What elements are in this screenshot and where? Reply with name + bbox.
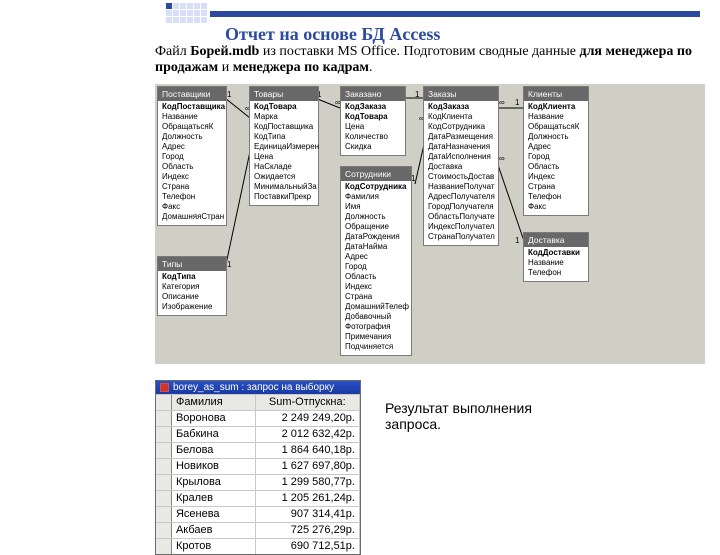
table-title: Поставщики bbox=[158, 87, 226, 101]
datasheet-icon bbox=[160, 383, 169, 392]
rel-inf: ∞ bbox=[499, 154, 505, 163]
query-titlebar[interactable]: borey_as_sum : запрос на выборку bbox=[156, 381, 360, 394]
table-title: Заказы bbox=[424, 87, 498, 101]
table-goods[interactable]: Товары КодТовара Марка КодПоставщика Код… bbox=[249, 86, 319, 206]
subtitle: Файл Борей.mdb из поставки MS Office. По… bbox=[155, 44, 705, 76]
table-employees[interactable]: Сотрудники КодСотрудника Фамилия Имя Дол… bbox=[340, 166, 412, 356]
table-row[interactable]: Ясенева907 314,41р. bbox=[156, 506, 360, 522]
col-header[interactable]: Sum-Отпускна: bbox=[256, 395, 360, 410]
col-header[interactable]: Фамилия bbox=[172, 395, 256, 410]
table-title: Доставка bbox=[524, 233, 588, 247]
rel-one: 1 bbox=[515, 98, 519, 107]
table-row[interactable]: Крылова1 299 580,77р. bbox=[156, 474, 360, 490]
result-caption: Результат выполнения запроса. bbox=[385, 400, 545, 432]
rel-one: 1 bbox=[227, 260, 231, 269]
table-title: Клиенты bbox=[524, 87, 588, 101]
table-orders[interactable]: Заказы КодЗаказа КодКлиента КодСотрудник… bbox=[423, 86, 499, 246]
rel-inf: ∞ bbox=[499, 98, 505, 107]
table-title: Типы bbox=[158, 257, 226, 271]
table-row[interactable]: Новиков1 627 697,80р. bbox=[156, 458, 360, 474]
header-bar bbox=[210, 11, 700, 17]
table-row[interactable]: Акбаев725 276,29р. bbox=[156, 522, 360, 538]
table-title: Товары bbox=[250, 87, 318, 101]
query-header-row: Фамилия Sum-Отпускна: bbox=[156, 394, 360, 410]
result-area: Результат выполнения запроса. borey_as_s… bbox=[155, 380, 705, 540]
table-title: Заказано bbox=[341, 87, 405, 101]
query-grid[interactable]: Фамилия Sum-Отпускна: Воронова2 249 249,… bbox=[156, 394, 360, 554]
header-accent bbox=[165, 2, 209, 24]
table-clients[interactable]: Клиенты КодКлиента Название ОбращатьсяК … bbox=[523, 86, 589, 216]
table-row[interactable]: Бабкина2 012 632,42р. bbox=[156, 426, 360, 442]
rel-one: 1 bbox=[227, 90, 231, 99]
rel-one: 1 bbox=[515, 236, 519, 245]
table-ordered[interactable]: Заказано КодЗаказа КодТовара Цена Количе… bbox=[340, 86, 406, 156]
table-row[interactable]: Белова1 864 640,18р. bbox=[156, 442, 360, 458]
table-row[interactable]: Воронова2 249 249,20р. bbox=[156, 410, 360, 426]
query-title-text: borey_as_sum : запрос на выборку bbox=[173, 382, 334, 393]
table-row[interactable]: Кралев1 205 261,24р. bbox=[156, 490, 360, 506]
relationships-diagram: 1 ∞ 1 1 ∞ ∞ 1 1 ∞ ∞ 1 ∞ 1 Поставщики Код… bbox=[155, 84, 705, 364]
table-title: Сотрудники bbox=[341, 167, 411, 181]
table-delivery[interactable]: Доставка КодДоставки Название Телефон bbox=[523, 232, 589, 282]
table-suppliers[interactable]: Поставщики КодПоставщика Название Обраща… bbox=[157, 86, 227, 226]
query-window[interactable]: borey_as_sum : запрос на выборку Фамилия… bbox=[155, 380, 361, 555]
table-types[interactable]: Типы КодТипа Категория Описание Изображе… bbox=[157, 256, 227, 316]
page-title: Отчет на основе БД Access bbox=[225, 24, 440, 45]
table-row[interactable]: Кротов690 712,51р. bbox=[156, 538, 360, 554]
rel-one: 1 bbox=[415, 90, 419, 99]
